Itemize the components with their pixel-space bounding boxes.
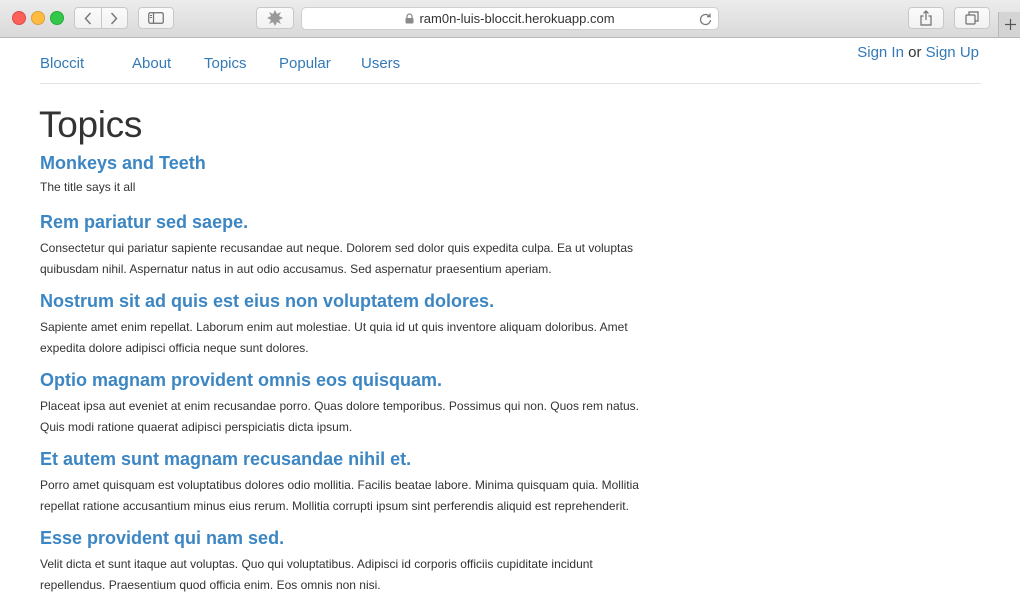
tab-overview-button[interactable] (954, 7, 990, 29)
close-window-button[interactable] (12, 11, 26, 25)
sidebar-toggle-button[interactable] (138, 7, 174, 29)
topic-description: Sapiente amet enim repellat. Laborum eni… (40, 320, 628, 355)
topic-description: Consectetur qui pariatur sapiente recusa… (40, 241, 634, 276)
topic-link[interactable]: Nostrum sit ad quis est eius non volupta… (40, 291, 660, 311)
reload-icon[interactable] (699, 12, 712, 29)
chevron-left-icon (84, 11, 91, 25)
topic-description: Velit dicta et sunt itaque aut voluptas.… (40, 557, 593, 592)
sign-in-link[interactable]: Sign In (857, 44, 904, 61)
nav-item-about[interactable]: About (132, 55, 171, 72)
topic-description: Placeat ipsa aut eveniet at enim recusan… (40, 399, 639, 434)
top-navigation: Bloccit About Topics Popular Users Sign … (40, 38, 981, 84)
chevron-right-icon (111, 11, 118, 25)
url-text: ram0n-luis-bloccit.herokuapp.com (419, 11, 615, 26)
sidebar-icon (148, 12, 164, 24)
share-button[interactable] (908, 7, 944, 29)
nav-item-topics[interactable]: Topics (204, 55, 247, 72)
browser-toolbar: ram0n-luis-bloccit.herokuapp.com (0, 0, 1020, 38)
new-tab-button[interactable] (998, 12, 1020, 37)
page-title: Topics (39, 104, 143, 145)
back-button[interactable] (75, 8, 101, 28)
auth-links: Sign In or Sign Up (857, 44, 979, 61)
topic-link[interactable]: Monkeys and Teeth (40, 153, 660, 173)
sign-up-link[interactable]: Sign Up (926, 44, 979, 61)
auth-separator: or (908, 44, 922, 61)
list-item: Et autem sunt magnam recusandae nihil et… (40, 449, 660, 517)
topic-link[interactable]: Optio magnam provident omnis eos quisqua… (40, 370, 660, 390)
history-nav (74, 7, 128, 29)
nav-item-popular[interactable]: Popular (279, 55, 331, 72)
list-item: Esse provident qui nam sed. Velit dicta … (40, 528, 660, 596)
nav-item-users[interactable]: Users (361, 55, 400, 72)
list-item: Nostrum sit ad quis est eius non volupta… (40, 291, 660, 359)
address-bar[interactable]: ram0n-luis-bloccit.herokuapp.com (301, 7, 719, 30)
topic-link[interactable]: Et autem sunt magnam recusandae nihil et… (40, 449, 660, 469)
list-item: Rem pariatur sed saepe. Consectetur qui … (40, 212, 660, 280)
list-item: Optio magnam provident omnis eos quisqua… (40, 370, 660, 438)
puzzle-icon (267, 10, 283, 26)
topic-link[interactable]: Esse provident qui nam sed. (40, 528, 660, 548)
nav-item-bloccit[interactable]: Bloccit (40, 55, 84, 72)
extension-button[interactable] (256, 7, 294, 29)
page-content: Bloccit About Topics Popular Users Sign … (0, 38, 1020, 603)
share-icon (920, 10, 932, 26)
forward-button[interactable] (102, 8, 128, 28)
topic-description: The title says it all (40, 180, 136, 194)
lock-icon (405, 13, 414, 24)
tabs-icon (965, 11, 979, 25)
topic-link[interactable]: Rem pariatur sed saepe. (40, 212, 660, 232)
plus-icon (1004, 19, 1016, 30)
topic-description: Porro amet quisquam est voluptatibus dol… (40, 478, 639, 513)
zoom-window-button[interactable] (50, 11, 64, 25)
list-item: Monkeys and Teeth The title says it all (40, 153, 660, 198)
minimize-window-button[interactable] (31, 11, 45, 25)
